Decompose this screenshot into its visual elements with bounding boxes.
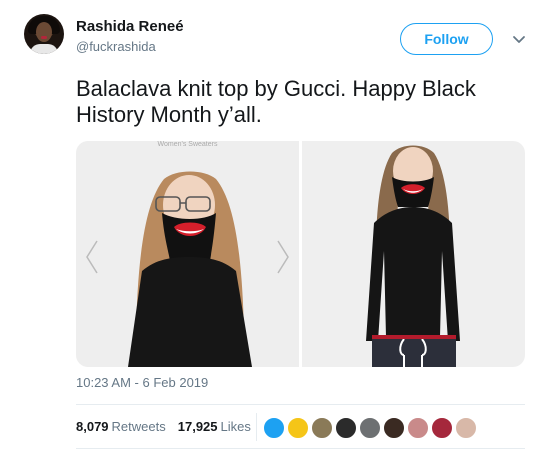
avatar[interactable] [24, 14, 64, 54]
divider [76, 448, 525, 449]
user-handle[interactable]: @fuckrashida [76, 38, 184, 56]
liker-avatar[interactable] [262, 416, 286, 440]
divider [76, 404, 525, 405]
tweet-stats: 8,079 Retweets 17,925 Likes [76, 419, 251, 434]
stats-separator [256, 413, 257, 441]
liker-avatar[interactable] [454, 416, 478, 440]
tweet-header: Rashida Reneé @fuckrashida Follow [24, 14, 529, 64]
display-name[interactable]: Rashida Reneé [76, 18, 184, 36]
liker-avatar[interactable] [358, 416, 382, 440]
liker-avatar[interactable] [406, 416, 430, 440]
photo-left[interactable]: Women's Sweaters [76, 141, 299, 367]
retweet-count[interactable]: 8,079 [76, 419, 109, 434]
liker-avatar[interactable] [286, 416, 310, 440]
tweet-timestamp[interactable]: 10:23 AM - 6 Feb 2019 [76, 375, 208, 390]
liker-avatar[interactable] [310, 416, 334, 440]
arrow-left-icon[interactable] [84, 239, 100, 275]
like-label[interactable]: Likes [221, 419, 251, 434]
photo-right[interactable] [302, 141, 525, 367]
tweet-text-line-2: History Month y’all. [76, 102, 262, 127]
follow-button[interactable]: Follow [400, 23, 493, 55]
user-names[interactable]: Rashida Reneé @fuckrashida [76, 18, 184, 56]
tweet-media: Women's Sweaters [76, 141, 525, 367]
retweet-label[interactable]: Retweets [112, 419, 166, 434]
liker-avatar[interactable] [430, 416, 454, 440]
tweet-text: Balaclava knit top by Gucci. Happy Black… [76, 76, 526, 128]
like-count[interactable]: 17,925 [178, 419, 218, 434]
liker-avatar[interactable] [382, 416, 406, 440]
model-with-glasses-image [128, 171, 252, 367]
tweet-text-line-1: Balaclava knit top by Gucci. Happy Black [76, 76, 476, 101]
liker-avatar[interactable] [334, 416, 358, 440]
chevron-down-icon[interactable] [512, 32, 526, 46]
model-full-body-image [366, 145, 460, 367]
arrow-right-icon[interactable] [275, 239, 291, 275]
